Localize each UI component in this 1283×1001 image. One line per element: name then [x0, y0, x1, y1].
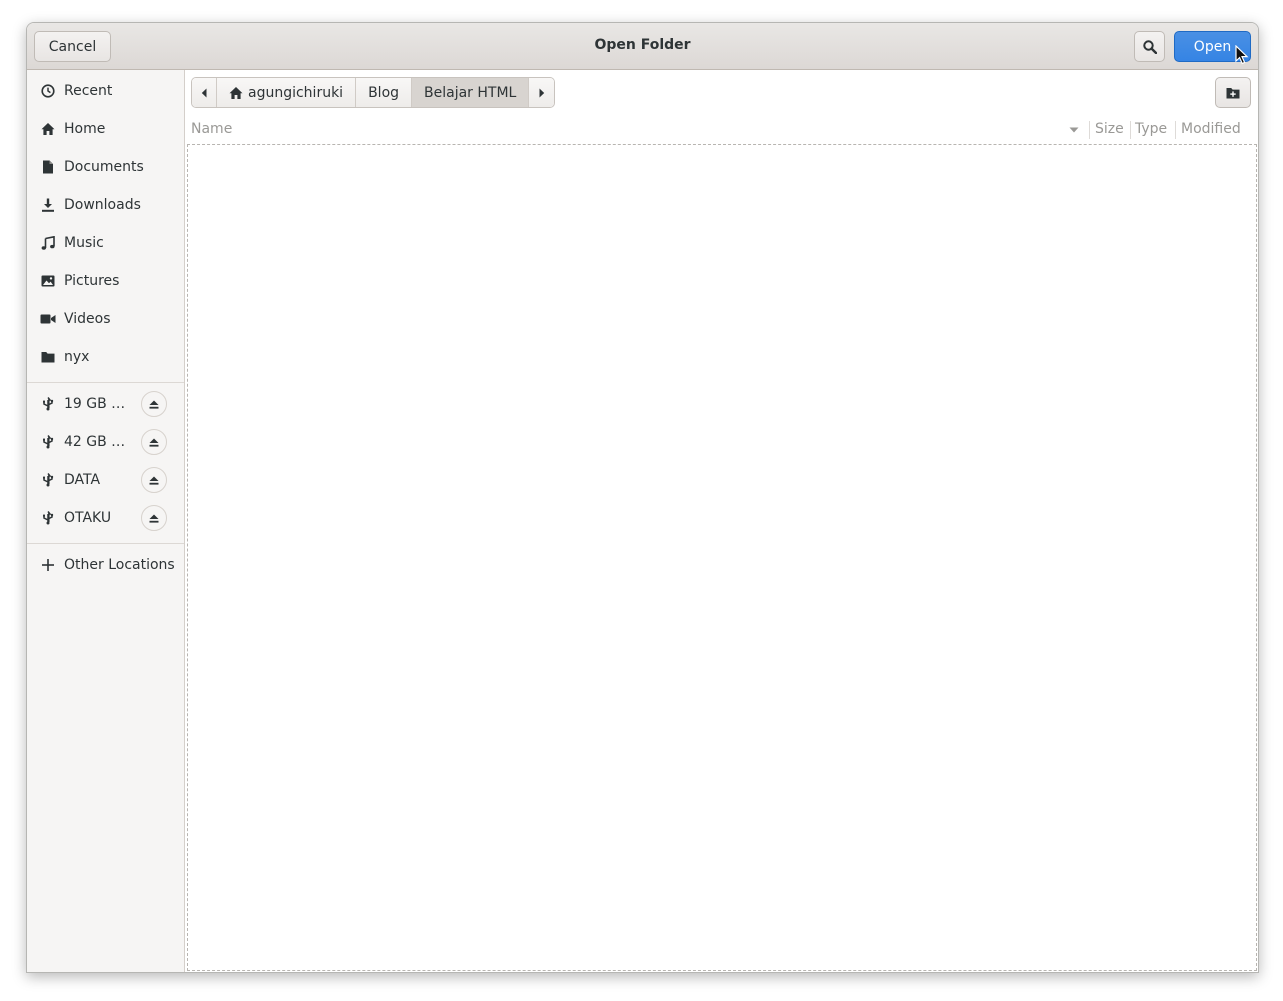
file-browser: agungichiruki Blog Belajar HTML Name Siz…	[185, 70, 1258, 972]
sidebar-separator	[27, 382, 184, 383]
eject-button[interactable]	[141, 391, 167, 417]
video-icon	[40, 311, 56, 327]
picture-icon	[40, 273, 56, 289]
clock-icon	[40, 83, 56, 99]
path-segment-home[interactable]: agungichiruki	[217, 78, 357, 107]
sidebar-item-downloads[interactable]: Downloads	[27, 187, 184, 223]
home-icon	[229, 86, 243, 99]
new-folder-icon	[1226, 87, 1240, 98]
sidebar-item-label: DATA	[64, 472, 101, 488]
sidebar-item-music[interactable]: Music	[27, 225, 184, 261]
column-size[interactable]: Size	[1095, 121, 1124, 137]
column-header: Name Size Type Modified	[185, 117, 1258, 142]
home-icon	[40, 121, 56, 137]
column-modified[interactable]: Modified	[1181, 121, 1241, 137]
column-separator	[1175, 121, 1176, 139]
sidebar-item-label: Other Locations	[64, 557, 175, 573]
sidebar-item-label: Pictures	[64, 273, 120, 289]
eject-icon	[149, 476, 159, 485]
path-segment-label: agungichiruki	[248, 84, 344, 101]
sidebar-item-recent[interactable]: Recent	[27, 73, 184, 109]
header-bar: Cancel Open Folder Open	[27, 23, 1258, 70]
sidebar-item-label: Recent	[64, 83, 113, 99]
eject-button[interactable]	[141, 505, 167, 531]
sidebar-item-label: 42 GB V…	[64, 434, 134, 450]
path-segment-current[interactable]: Belajar HTML	[412, 78, 530, 107]
sidebar-item-home[interactable]: Home	[27, 111, 184, 147]
usb-icon	[40, 396, 56, 412]
column-name[interactable]: Name	[191, 121, 232, 137]
eject-icon	[149, 438, 159, 447]
download-icon	[40, 197, 56, 213]
open-folder-dialog: Cancel Open Folder Open Recent Home Docu…	[26, 22, 1259, 973]
sidebar-item-nyx[interactable]: nyx	[27, 339, 184, 375]
sidebar-item-documents[interactable]: Documents	[27, 149, 184, 185]
dialog-title: Open Folder	[594, 37, 691, 53]
sidebar-item-label: 19 GB V…	[64, 396, 134, 412]
path-forward-button[interactable]	[529, 78, 555, 107]
usb-icon	[40, 472, 56, 488]
sidebar-item-videos[interactable]: Videos	[27, 301, 184, 337]
column-type[interactable]: Type	[1135, 121, 1167, 137]
document-icon	[40, 159, 56, 175]
sidebar-item-label: OTAKU	[64, 510, 112, 526]
usb-icon	[40, 510, 56, 526]
path-segment-label: Blog	[368, 84, 400, 101]
mouse-pointer-icon	[1235, 45, 1249, 65]
search-icon	[1142, 39, 1157, 54]
plus-icon	[40, 557, 56, 573]
eject-icon	[149, 400, 159, 409]
sidebar-item-other-locations[interactable]: Other Locations	[27, 547, 184, 583]
chevron-right-icon	[539, 88, 545, 97]
sidebar-item-label: Home	[64, 121, 106, 137]
sort-arrow-icon[interactable]	[1069, 127, 1079, 133]
path-segment-blog[interactable]: Blog	[356, 78, 413, 107]
sidebar-item-pictures[interactable]: Pictures	[27, 263, 184, 299]
search-button[interactable]	[1134, 31, 1165, 62]
sidebar-separator	[27, 543, 184, 544]
music-icon	[40, 235, 56, 251]
places-sidebar: Recent Home Documents Downloads Music Pi…	[27, 70, 185, 972]
usb-icon	[40, 434, 56, 450]
path-back-button[interactable]	[192, 78, 217, 107]
sidebar-item-label: Documents	[64, 159, 144, 175]
path-segment-label: Belajar HTML	[424, 84, 517, 101]
eject-button[interactable]	[141, 467, 167, 493]
column-separator	[1130, 121, 1131, 139]
sidebar-item-label: Music	[64, 235, 104, 251]
sidebar-item-label: Videos	[64, 311, 111, 327]
sidebar-item-label: nyx	[64, 349, 90, 365]
chevron-left-icon	[201, 88, 207, 97]
column-separator	[1089, 121, 1090, 139]
eject-button[interactable]	[141, 429, 167, 455]
sidebar-item-label: Downloads	[64, 197, 141, 213]
folder-icon	[40, 349, 56, 365]
new-folder-button[interactable]	[1215, 77, 1251, 108]
file-list[interactable]	[187, 144, 1257, 971]
eject-icon	[149, 514, 159, 523]
path-bar: agungichiruki Blog Belajar HTML	[191, 77, 556, 108]
